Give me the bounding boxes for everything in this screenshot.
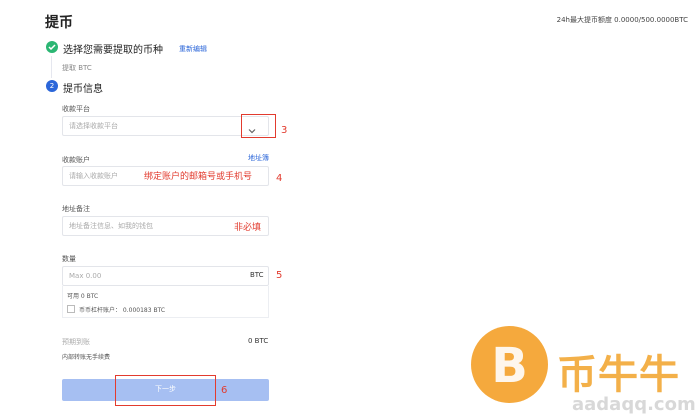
amount-placeholder: Max 0.00 xyxy=(69,272,102,280)
withdraw-limit: 24h最大提币额度 0.0000/500.0000BTC xyxy=(556,16,688,24)
check-circle-icon xyxy=(46,41,58,53)
annotation-4: 4 xyxy=(276,173,283,184)
memo-placeholder: 地址备注信息、如我的钱包 xyxy=(69,222,153,230)
watermark-logo-letter: B xyxy=(491,338,528,394)
page-title: 提币 xyxy=(45,15,73,31)
arrival-value: 0 BTC xyxy=(248,337,269,345)
step-connector xyxy=(51,56,52,78)
platform-placeholder: 请选择收款平台 xyxy=(69,122,118,130)
annotation-3: 3 xyxy=(281,125,288,136)
available-balance: 可用 0 BTC xyxy=(67,293,99,300)
annotation-box-next xyxy=(115,375,216,406)
memo-hint: 非必填 xyxy=(234,223,262,233)
margin-account-balance: 币币杠杆账户： 0.000183 BTC xyxy=(79,307,166,314)
memo-label: 地址备注 xyxy=(62,205,90,213)
step2-number-badge: 2 xyxy=(46,80,58,92)
watermark-text: 币牛牛 xyxy=(557,352,680,398)
address-book-link[interactable]: 地址簿 xyxy=(248,153,269,163)
amount-label: 数量 xyxy=(62,255,76,263)
chevron-down-icon[interactable] xyxy=(247,121,257,134)
margin-account-checkbox[interactable] xyxy=(67,305,75,313)
fee-note: 内部转账无手续费 xyxy=(62,354,111,361)
platform-select[interactable]: 请选择收款平台 xyxy=(62,116,269,136)
account-hint: 绑定账户的邮箱号或手机号 xyxy=(144,172,253,182)
arrival-label: 预期到账 xyxy=(62,338,90,346)
account-label: 收款账户 xyxy=(62,156,90,164)
platform-label: 收款平台 xyxy=(62,105,90,113)
amount-unit: BTC xyxy=(250,271,264,279)
step2-title: 提币信息 xyxy=(63,84,103,95)
watermark-url: aadaqq.com xyxy=(572,394,696,415)
selected-coin: 提取 BTC xyxy=(62,64,92,72)
amount-input[interactable]: Max 0.00 xyxy=(62,266,269,286)
step1-title: 选择您需要提取的币种 xyxy=(63,45,163,56)
annotation-6: 6 xyxy=(221,385,228,396)
account-placeholder: 请输入收款账户 xyxy=(69,172,118,180)
reselect-link[interactable]: 重新编辑 xyxy=(179,44,207,54)
annotation-5: 5 xyxy=(276,270,283,281)
